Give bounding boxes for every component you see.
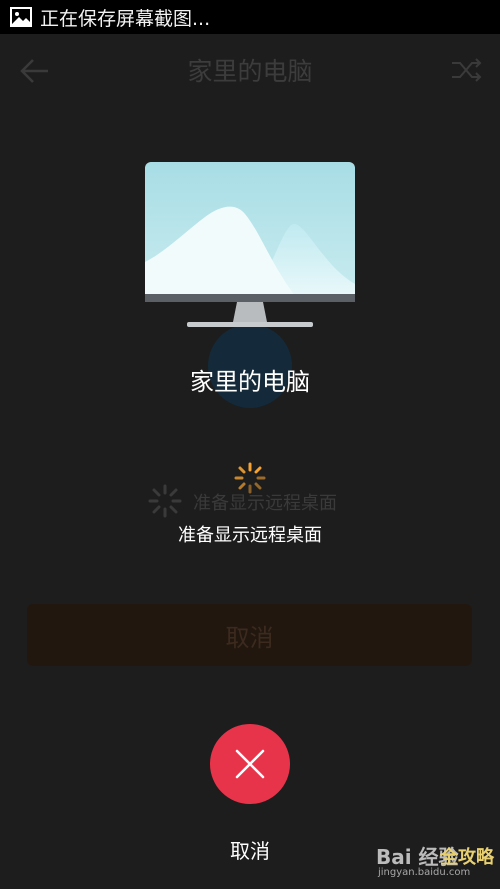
- image-icon: [10, 7, 32, 27]
- close-icon: [235, 749, 265, 779]
- app-header: 家里的电脑: [0, 34, 500, 106]
- app-title: 家里的电脑: [187, 57, 313, 86]
- shuffle-icon[interactable]: [450, 56, 482, 84]
- loading-spinner-icon: [234, 462, 266, 494]
- bg-loading-spinner-icon: [148, 484, 182, 518]
- connection-status: 准备显示远程桌面: [178, 525, 322, 546]
- status-bar-text: 正在保存屏幕截图...: [40, 7, 211, 30]
- bg-cancel-button: 取消: [27, 604, 472, 666]
- baidu-jingyan-watermark: Bai 经验 jingyan.baidu.com 全攻略: [376, 835, 494, 883]
- cancel-button[interactable]: [210, 724, 290, 804]
- status-bar: 正在保存屏幕截图...: [0, 0, 500, 34]
- monitor-icon: [145, 162, 355, 327]
- device-name: 家里的电脑: [190, 368, 310, 396]
- watermark-brand: 全攻略: [440, 847, 494, 868]
